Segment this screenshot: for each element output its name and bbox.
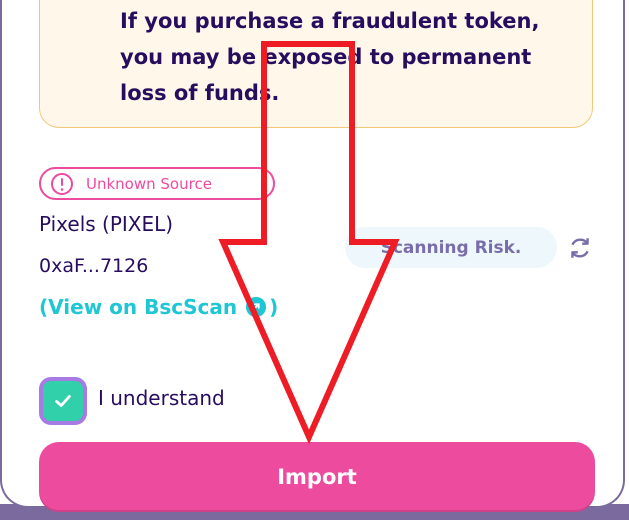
import-token-card: If you purchase a fraudulent token, you … (0, 0, 625, 512)
understand-label: I understand (98, 386, 225, 410)
view-on-bscscan-link[interactable]: (View on BscScan ) (39, 295, 278, 319)
understand-checkbox[interactable] (39, 377, 87, 425)
refresh-icon[interactable] (567, 235, 593, 261)
source-badge-label: Unknown Source (86, 174, 212, 193)
alert-circle-icon (51, 172, 73, 195)
scanning-risk-pill: Scanning Risk. (345, 227, 557, 268)
view-link-label: (View on BscScan (39, 295, 238, 319)
view-link-close: ) (269, 295, 279, 319)
token-name: Pixels (PIXEL) (39, 212, 174, 236)
checkmark-icon (55, 395, 71, 407)
import-button[interactable]: Import (39, 442, 595, 512)
token-address: 0xaF...7126 (39, 255, 149, 277)
warning-box: If you purchase a fraudulent token, you … (39, 0, 593, 128)
external-link-icon (245, 296, 267, 318)
unknown-source-badge: Unknown Source (39, 167, 275, 200)
scanning-risk-label: Scanning Risk. (380, 237, 522, 258)
warning-text: If you purchase a fraudulent token, you … (120, 9, 540, 105)
